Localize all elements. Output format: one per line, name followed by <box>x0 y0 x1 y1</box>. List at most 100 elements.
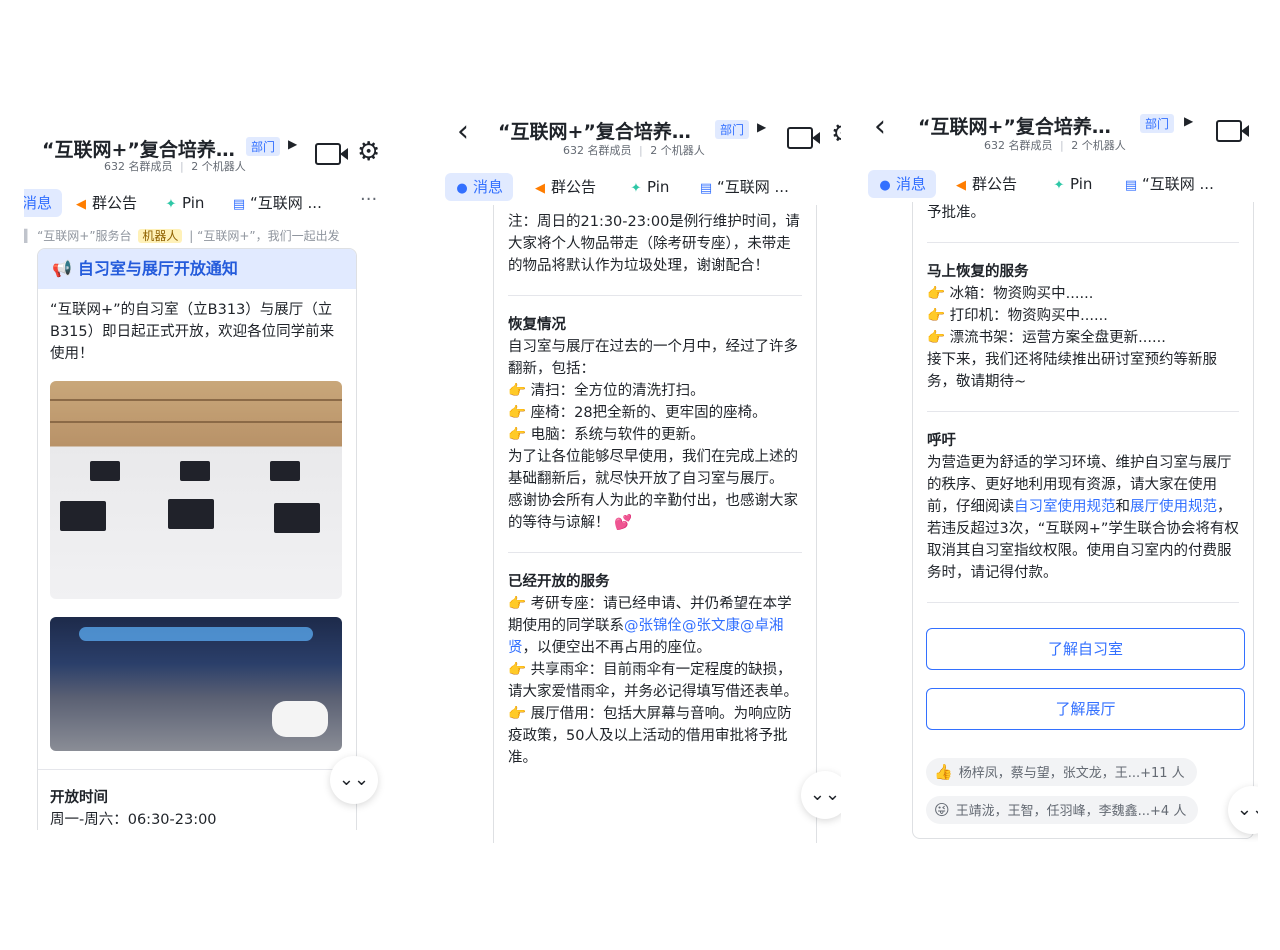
tab-messages[interactable]: ● 消息 <box>445 173 514 201</box>
group-meta: 632 名群成员 | 2 个机器人 <box>984 139 1126 152</box>
expand-triangle-icon[interactable]: ▶ <box>288 137 297 151</box>
list-item: 👉 清扫：全方位的清洗打扫。 <box>508 383 705 399</box>
study-room-rules-link[interactable]: 自习室使用规范 <box>1014 499 1116 515</box>
pointing-hand-icon: 👉 <box>927 330 946 346</box>
tab-messages[interactable]: ● 消息 <box>868 170 937 198</box>
mention-link[interactable]: @张文康 <box>682 618 740 634</box>
list-item: 👉 共享雨伞：目前雨伞有一定程度的缺损，请大家爱惜雨伞，并务必记得填写借还表单。 <box>508 662 798 700</box>
megaphone-icon: ◀ <box>535 181 545 196</box>
hall-rules-link[interactable]: 展厅使用规范 <box>1130 499 1217 515</box>
double-chevron-down-icon[interactable]: ⌄⌄ <box>330 756 378 804</box>
chevron-left-icon[interactable]: ‹ <box>457 117 469 147</box>
tab-bar: 消息 ◀ 群公告 ✦ Pin ▤ “互联网 ... ··· <box>24 185 396 219</box>
tab-bar: ● 消息 ◀ 群公告 ✦ Pin ▤ “互联网 ... <box>443 169 841 203</box>
double-chevron-down-icon[interactable]: ⌄⌄ <box>801 771 841 819</box>
chat-header: ‹ “互联网+”复合培养… 部门 ▶ 632 名群成员 | 2 个机器人 <box>866 90 1258 162</box>
tab-messages[interactable]: 消息 <box>24 189 63 217</box>
tab-announcement[interactable]: ◀ 群公告 <box>954 170 1017 198</box>
tab-doc[interactable]: ▤ “互联网 ... <box>232 189 322 217</box>
expand-triangle-icon[interactable]: ▶ <box>757 120 766 134</box>
appeal-heading: 呼吁 <box>927 433 956 449</box>
pin-icon: ✦ <box>1053 178 1065 193</box>
document-icon: ▤ <box>699 181 713 196</box>
pointing-hand-icon: 👉 <box>508 662 527 678</box>
chat-header: “互联网+”复合培养… 部门 ▶ 632 名群成员 | 2 个机器人 ⚙ <box>24 115 396 187</box>
chat-bubble-icon: ● <box>879 178 891 193</box>
dept-badge: 部门 <box>246 137 281 156</box>
maintenance-note: 注：周日的21:30-23:00是例行维护时间，请大家将个人物品带走（除考研专座… <box>508 214 800 274</box>
smiley-face-icon: 😜 <box>934 801 950 819</box>
tab-doc[interactable]: ▤ “互联网 ... <box>699 173 789 201</box>
learn-study-room-button[interactable]: 了解自习室 <box>926 628 1245 670</box>
tab-bar: ● 消息 ◀ 群公告 ✦ Pin ▤ “互联网 ... <box>866 166 1258 200</box>
heart-icon: 💕 <box>614 515 633 531</box>
resume-after: 接下来，我们还将陆续推出研讨室预约等新服务，敬请期待~ <box>927 352 1217 390</box>
group-meta: 632 名群成员 | 2 个机器人 <box>104 160 246 173</box>
chat-panel-3: ‹ “互联网+”复合培养… 部门 ▶ 632 名群成员 | 2 个机器人 ● 消息… <box>866 90 1258 842</box>
gear-icon[interactable]: ⚙ <box>357 137 380 167</box>
tab-pin[interactable]: ✦ Pin <box>164 189 205 217</box>
quote-mark-icon: ▍ <box>24 229 34 243</box>
megaphone-icon: ◀ <box>956 178 966 193</box>
megaphone-icon: 📢 <box>52 259 72 278</box>
group-meta: 632 名群成员 | 2 个机器人 <box>563 144 705 157</box>
tab-doc[interactable]: ▤ “互联网 ... <box>1124 170 1214 198</box>
reaction-thumbs-up[interactable]: 👍 杨梓凤，蔡与望，张文龙，王...+11 人 <box>926 758 1197 786</box>
pointing-hand-icon: 👉 <box>927 286 946 302</box>
chevron-left-icon[interactable]: ‹ <box>874 112 886 142</box>
thanks-paragraph: 感谢协会所有人为此的辛勤付出，也感谢大家的等待与谅解！ 💕 <box>508 493 798 531</box>
appeal-paragraph: 为营造更为舒适的学习环境、维护自习室与展厅的秩序、更好地利用现有资源，请大家在使… <box>927 455 1239 581</box>
more-icon[interactable]: ··· <box>360 189 377 210</box>
recovery-heading: 恢复情况 <box>508 317 566 333</box>
study-room-photo[interactable] <box>50 381 342 599</box>
group-title[interactable]: “互联网+”复合培养… <box>918 112 1111 139</box>
pointing-hand-icon: 👉 <box>508 596 527 612</box>
list-item: 👉 考研专座：请已经申请、并仍希望在本学期使用的同学联系@张锦佺@张文康@卓湘贤… <box>508 596 792 656</box>
list-item: 👉 打印机：物资购买中...... <box>927 308 1108 324</box>
pinned-message-bar[interactable]: ▍ “互联网+”服务台 机器人 | “互联网+”，我们一起出发 <box>24 227 340 244</box>
tab-pin[interactable]: ✦ Pin <box>1052 170 1093 198</box>
notice-card: 📢 自习室与展厅开放通知 “互联网+”的自习室（立B313）与展厅（立B315）即… <box>37 248 357 830</box>
dept-badge: 部门 <box>715 120 750 139</box>
chat-panel-1: “互联网+”复合培养… 部门 ▶ 632 名群成员 | 2 个机器人 ⚙ 消息 … <box>24 115 396 830</box>
video-camera-icon[interactable] <box>1216 120 1249 142</box>
recovery-paragraph: 为了让各位能够尽早使用，我们在完成上述的基础翻新后，就尽快开放了自习室与展厅。 <box>508 449 798 487</box>
open-time-heading: 开放时间 <box>50 790 108 806</box>
tab-announcement[interactable]: ◀ 群公告 <box>533 173 596 201</box>
tab-announcement[interactable]: ◀ 群公告 <box>74 189 137 217</box>
bot-badge: 机器人 <box>138 229 183 243</box>
notice-card: 予批准。 马上恢复的服务 👉 冰箱：物资购买中...... 👉 打印机：物资购买… <box>912 202 1254 839</box>
card-intro: “互联网+”的自习室（立B313）与展厅（立B315）即日起正式开放，欢迎各位同… <box>50 302 335 362</box>
chat-panel-2: ‹ “互联网+”复合培养… 部门 ▶ 632 名群成员 | 2 个机器人 ⚙ ●… <box>443 95 841 843</box>
expand-triangle-icon[interactable]: ▶ <box>1184 114 1193 128</box>
dept-badge: 部门 <box>1140 114 1175 133</box>
gear-icon[interactable]: ⚙ <box>831 119 841 149</box>
video-camera-icon[interactable] <box>315 143 348 165</box>
pointing-hand-icon: 👉 <box>508 383 527 399</box>
pin-icon: ✦ <box>630 181 642 196</box>
video-camera-icon[interactable] <box>787 127 820 149</box>
document-icon: ▤ <box>232 197 246 212</box>
group-title[interactable]: “互联网+”复合培养… <box>498 117 691 144</box>
megaphone-icon: ◀ <box>76 197 86 212</box>
reaction-face[interactable]: 😜 王靖泷，王智，任羽峰，李魏鑫...+4 人 <box>926 796 1199 824</box>
list-item: 👉 冰箱：物资购买中...... <box>927 286 1094 302</box>
opened-services-heading: 已经开放的服务 <box>508 574 610 590</box>
pointing-hand-icon: 👉 <box>508 706 527 722</box>
recovery-intro: 自习室与展厅在过去的一个月中，经过了许多翻新，包括： <box>508 339 798 377</box>
document-icon: ▤ <box>1124 178 1138 193</box>
tab-pin[interactable]: ✦ Pin <box>629 173 670 201</box>
pointing-hand-icon: 👉 <box>508 427 527 443</box>
learn-hall-button[interactable]: 了解展厅 <box>926 688 1245 730</box>
notice-card: 注：周日的21:30-23:00是例行维护时间，请大家将个人物品带走（除考研专座… <box>493 205 817 843</box>
list-item: 👉 漂流书架：运营方案全盘更新...... <box>927 330 1166 346</box>
thumbs-up-icon: 👍 <box>934 763 953 781</box>
mention-link[interactable]: @张锦佺 <box>624 618 682 634</box>
pin-icon: ✦ <box>165 197 177 212</box>
chat-bubble-icon: ● <box>456 181 468 196</box>
continued-text: 予批准。 <box>927 205 985 221</box>
chat-header: ‹ “互联网+”复合培养… 部门 ▶ 632 名群成员 | 2 个机器人 ⚙ <box>443 95 841 167</box>
exhibition-hall-photo[interactable] <box>50 617 342 751</box>
list-item: 👉 展厅借用：包括大屏幕与音响。为响应防疫政策，50人及以上活动的借用审批将予批… <box>508 706 792 766</box>
list-item: 👉 座椅：28把全新的、更牢固的座椅。 <box>508 405 767 421</box>
